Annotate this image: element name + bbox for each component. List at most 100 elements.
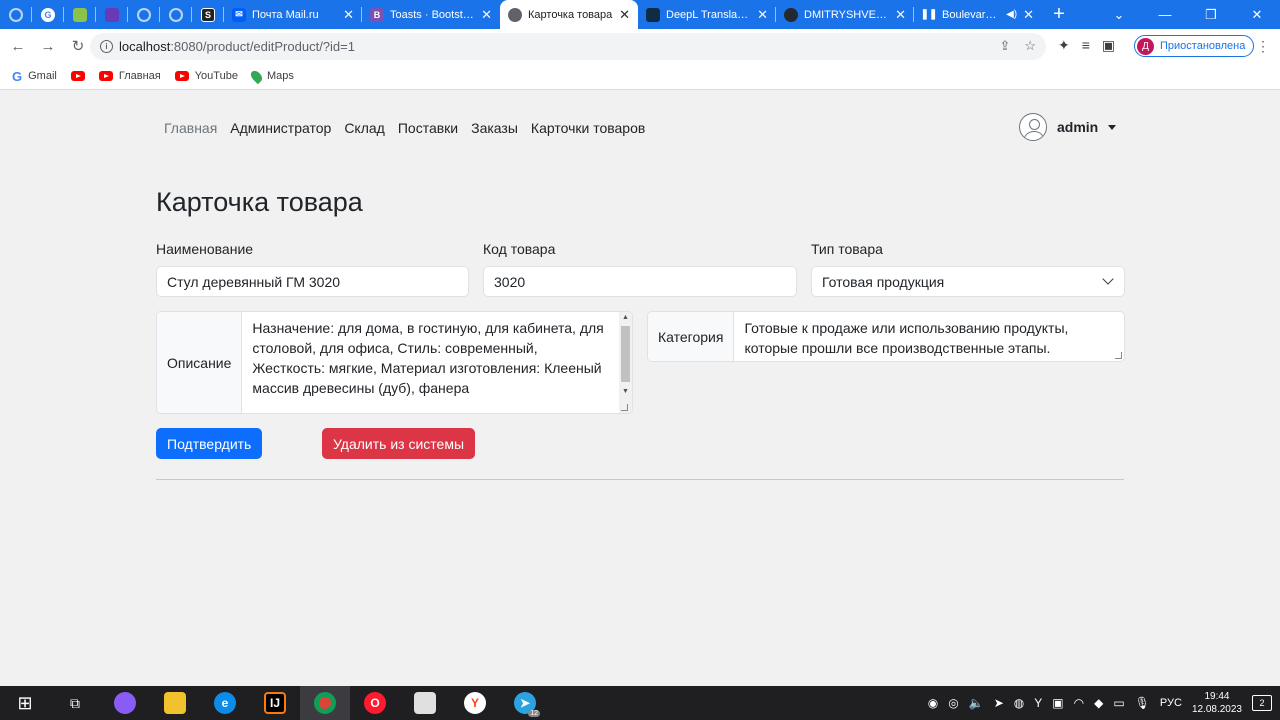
reading-list-icon[interactable]: ≡ bbox=[1082, 37, 1090, 54]
profile-button[interactable]: Д Приостановлена bbox=[1134, 35, 1255, 57]
nav-item-home[interactable]: Главная bbox=[164, 120, 217, 136]
app-icon[interactable]: ◎ bbox=[948, 696, 958, 710]
category-textarea[interactable]: Готовые к продаже или использованию прод… bbox=[734, 312, 1124, 361]
type-selected-value: Готовая продукция bbox=[822, 273, 945, 290]
close-icon[interactable]: ✕ bbox=[895, 7, 906, 23]
type-select[interactable]: Готовая продукция bbox=[811, 266, 1125, 297]
bookmark-youtube-1[interactable] bbox=[70, 71, 85, 81]
maximize-icon[interactable]: ❐ bbox=[1188, 0, 1234, 29]
description-textarea[interactable]: Назначение: для дома, в гостиную, для ка… bbox=[242, 312, 632, 413]
share-icon[interactable]: ⇪ bbox=[999, 38, 1010, 54]
start-button[interactable]: ⊞ bbox=[0, 686, 50, 720]
app-icon[interactable]: ▣ bbox=[1052, 696, 1063, 710]
nav-item-warehouse[interactable]: Склад bbox=[344, 120, 385, 136]
app-icon[interactable]: ◍ bbox=[1014, 696, 1024, 710]
close-icon[interactable]: ✕ bbox=[481, 7, 492, 23]
language-indicator[interactable]: РУС bbox=[1160, 697, 1182, 709]
side-panel-icon[interactable]: ▣ bbox=[1102, 37, 1115, 54]
taskbar-chrome[interactable] bbox=[300, 686, 350, 720]
minimize-icon[interactable]: — bbox=[1142, 0, 1188, 29]
notifications-icon[interactable]: 2 bbox=[1252, 695, 1272, 711]
bookmark-gmail[interactable]: G Gmail bbox=[12, 69, 57, 84]
tab-mail[interactable]: ✉ Почта Mail.ru ✕ bbox=[224, 0, 362, 29]
google-icon: G bbox=[41, 7, 55, 22]
chevron-down-icon bbox=[1102, 273, 1114, 285]
tab-product-card[interactable]: Карточка товара ✕ bbox=[500, 0, 638, 29]
tab-title: Карточка товара bbox=[528, 8, 613, 21]
browser-menu-icon[interactable]: ⋮ bbox=[1256, 38, 1270, 55]
code-input[interactable]: 3020 bbox=[483, 266, 797, 297]
tab-github[interactable]: DMITRYSHVED/W ✕ bbox=[776, 0, 914, 29]
pinned-tab-5[interactable] bbox=[128, 0, 160, 29]
taskbar-opera[interactable]: O bbox=[350, 686, 400, 720]
clock[interactable]: 19:44 12.08.2023 bbox=[1192, 690, 1242, 716]
code-label: Код товара bbox=[483, 241, 556, 257]
name-input[interactable]: Стул деревянный ГМ 3020 bbox=[156, 266, 469, 297]
tab-boulevard[interactable]: ❚❚ Boulevard Dep ◀) ✕ bbox=[914, 0, 1042, 29]
taskbar-app[interactable] bbox=[400, 686, 450, 720]
taskbar-yandex[interactable]: Y bbox=[450, 686, 500, 720]
tab-bootstrap[interactable]: B Toasts · Bootstrap v ✕ bbox=[362, 0, 500, 29]
address-bar[interactable]: i localhost:8080/product/editProduct/?id… bbox=[90, 33, 1046, 60]
github-icon bbox=[784, 7, 798, 22]
taskbar-intellij[interactable]: IJ bbox=[250, 686, 300, 720]
pinned-tab-1[interactable] bbox=[0, 0, 32, 29]
scrollbar-thumb[interactable] bbox=[621, 326, 630, 382]
confirm-button[interactable]: Подтвердить bbox=[156, 428, 263, 459]
user-menu[interactable]: admin bbox=[1019, 113, 1117, 141]
close-icon[interactable]: ✕ bbox=[619, 7, 630, 23]
delete-button[interactable]: Удалить из системы bbox=[322, 428, 476, 459]
taskbar-edge[interactable]: e bbox=[200, 686, 250, 720]
taskbar-explorer[interactable] bbox=[150, 686, 200, 720]
speaker-icon[interactable]: ◀) bbox=[1006, 9, 1017, 20]
close-icon[interactable]: ✕ bbox=[1023, 7, 1034, 23]
reload-icon[interactable]: ↻ bbox=[63, 37, 93, 55]
extensions-icon[interactable]: ✦ bbox=[1058, 37, 1070, 54]
opera-icon: O bbox=[364, 692, 386, 714]
main-nav: Главная Администратор Склад Поставки Зак… bbox=[164, 120, 645, 136]
nav-item-orders[interactable]: Заказы bbox=[471, 120, 518, 136]
pinned-tab-7[interactable]: S bbox=[192, 0, 224, 29]
tab-deepl[interactable]: DeepL Translate – С ✕ bbox=[638, 0, 776, 29]
bookmark-star-icon[interactable]: ☆ bbox=[1024, 38, 1036, 54]
scroll-down-icon[interactable]: ▼ bbox=[622, 388, 629, 395]
forward-icon[interactable]: → bbox=[33, 38, 63, 55]
nav-item-supplies[interactable]: Поставки bbox=[398, 120, 458, 136]
network-icon[interactable]: ▭ bbox=[1113, 696, 1124, 710]
close-icon[interactable]: ✕ bbox=[757, 7, 768, 23]
taskbar-alice[interactable] bbox=[100, 686, 150, 720]
scroll-up-icon[interactable]: ▲ bbox=[622, 314, 629, 321]
site-info-icon[interactable]: i bbox=[100, 40, 113, 53]
volume-icon[interactable]: 🔈 bbox=[969, 696, 984, 710]
nvidia-icon[interactable]: ◆ bbox=[1094, 696, 1103, 710]
description-scrollbar[interactable]: ▲ ▼ bbox=[619, 312, 632, 413]
telegram-icon[interactable]: ➤ bbox=[994, 696, 1004, 710]
back-icon[interactable]: ← bbox=[3, 38, 33, 55]
bookmark-maps[interactable]: Maps bbox=[248, 68, 294, 84]
pinned-tab-3[interactable] bbox=[64, 0, 96, 29]
close-icon[interactable]: ✕ bbox=[343, 7, 354, 23]
microphone-icon[interactable]: 🎙 bbox=[1135, 696, 1150, 710]
bookmark-youtube[interactable]: YouTube bbox=[174, 70, 238, 82]
bookmark-glavnaya[interactable]: Главная bbox=[98, 70, 161, 82]
clock-date: 12.08.2023 bbox=[1191, 704, 1242, 715]
discord-icon[interactable]: ◉ bbox=[928, 696, 938, 710]
new-tab-button[interactable]: + bbox=[1042, 0, 1076, 29]
taskbar-telegram[interactable]: ➤ 12 bbox=[500, 686, 550, 720]
yandex-icon[interactable]: Y bbox=[1034, 696, 1042, 710]
pinned-tab-6[interactable] bbox=[160, 0, 192, 29]
tab-search-icon[interactable]: ⌄ bbox=[1096, 0, 1142, 29]
resize-grip-icon[interactable] bbox=[1115, 352, 1122, 359]
resize-grip-icon[interactable] bbox=[621, 404, 628, 411]
app-icon bbox=[73, 7, 87, 22]
pinned-tab-4[interactable] bbox=[96, 0, 128, 29]
mail-icon: ✉ bbox=[232, 7, 246, 22]
alice-icon bbox=[114, 692, 136, 714]
globe-icon bbox=[508, 7, 522, 22]
wifi-icon[interactable]: ◠ bbox=[1074, 696, 1084, 710]
nav-item-admin[interactable]: Администратор bbox=[230, 120, 331, 136]
nav-item-product-cards[interactable]: Карточки товаров bbox=[531, 120, 645, 136]
window-close-icon[interactable]: ✕ bbox=[1234, 0, 1280, 29]
task-view-button[interactable]: ⧉ bbox=[50, 686, 100, 720]
pinned-tab-google[interactable]: G bbox=[32, 0, 64, 29]
